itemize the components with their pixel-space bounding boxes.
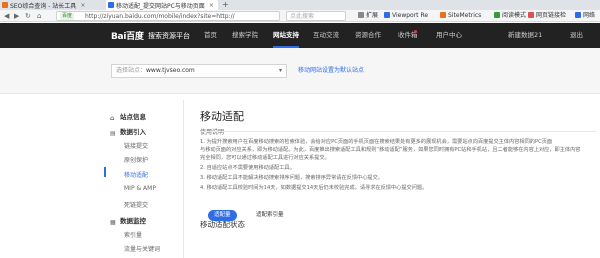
sidebar-group-site-info[interactable]: ⌂ 站点信息 xyxy=(110,111,146,122)
forward-icon[interactable]: ▶ xyxy=(14,11,19,21)
baidu-favicon-icon xyxy=(108,2,114,8)
close-tab-icon[interactable]: × xyxy=(209,2,214,9)
search-engine-badge: 百度 xyxy=(60,13,75,20)
baidu-logo[interactable]: Bai百度 xyxy=(111,29,144,42)
network-icon xyxy=(575,12,581,18)
nav-cooperation[interactable]: 资源合作 xyxy=(355,23,381,48)
nav-academy[interactable]: 搜索学院 xyxy=(232,23,258,48)
url-input[interactable]: 百度 http://ziyuan.baidu.com/mobile/index?… xyxy=(56,11,280,21)
sidebar-item-mip-amp[interactable]: MIP & AMP xyxy=(124,185,156,192)
sidebar-item-dead-link[interactable]: 死链提交 xyxy=(124,200,148,209)
refresh-icon[interactable]: ↻ xyxy=(25,11,31,21)
home-icon: ⌂ xyxy=(110,115,115,122)
set-default-site-link[interactable]: 移动网站设置为默认站点 xyxy=(298,64,364,78)
sidebar-divider xyxy=(183,100,184,258)
nav-inbox[interactable]: 收件箱 xyxy=(398,23,418,48)
sidebar-item-traffic[interactable]: 流量与关键词 xyxy=(124,244,160,253)
bookmark-reader[interactable]: 阅读模式 xyxy=(494,10,526,22)
nav-community[interactable]: 互动交流 xyxy=(313,23,339,48)
instruction-line: 完全相同，您可以通过移动适配工具进行对应关系提交。 xyxy=(200,155,330,161)
new-tab-button[interactable]: + xyxy=(222,0,229,10)
reader-icon xyxy=(494,12,500,18)
bookmark-sitemetrics[interactable]: SiteMetrics xyxy=(440,10,481,22)
nav-site-support[interactable]: 网站支持 xyxy=(273,23,299,48)
site-header: Bai百度 搜索资源平台 首页 搜索学院 网站支持 互动交流 资源合作 收件箱 … xyxy=(0,23,600,48)
address-bar: ◀ ▶ ↻ ⌂ 百度 http://ziyuan.baidu.com/mobil… xyxy=(0,10,600,22)
instruction-line: 1. 为提升搜索用户在百度移动搜索的检索体验，会给对应PC页面的手机页面在搜索结… xyxy=(200,139,553,145)
logout-link[interactable]: 退出 xyxy=(570,23,583,48)
browser-search-input[interactable]: 点此搜索 xyxy=(286,11,346,21)
user-name[interactable]: 新建数据21 xyxy=(508,23,542,48)
home-icon[interactable]: ⌂ xyxy=(37,11,41,21)
browser-tab-mobile-adapt[interactable]: 移动适配_提交网站PC与移动页面 × xyxy=(106,0,218,10)
bookmark-link-check[interactable]: 网页链接检 xyxy=(528,10,566,22)
browser-tab-seo[interactable]: SEO综合查询 - 站长工具 × xyxy=(0,0,104,10)
site-selector[interactable]: 选择站点： www.tjvseo.com ▾ xyxy=(111,64,287,78)
instruction-line: 3. 移动适配工具不能解决移动搜索排序问题，搜索排序异常请在反馈中心提交。 xyxy=(200,175,383,181)
page-title: 移动适配 xyxy=(200,110,244,123)
monitor-icon: ▦ xyxy=(110,219,116,226)
chevron-down-icon: ▾ xyxy=(278,67,282,74)
close-tab-icon[interactable]: × xyxy=(80,2,85,9)
sidebar-group-data-import[interactable]: ▤ 数据引入 xyxy=(110,126,146,137)
sidebar-item-original[interactable]: 原创保护 xyxy=(124,155,148,164)
instruction-line: 4. 移动适配工具校验时间为14天，如数据提交14天后仍未校验完成，请寻求在反馈… xyxy=(200,185,428,191)
bookmark-extensions[interactable]: 扩展 xyxy=(358,10,378,22)
puzzle-icon xyxy=(358,12,364,18)
viewport-icon xyxy=(384,12,390,18)
instruction-line: 与移动页面的对应关系，即为移动适配。为此，百度推出搜索适配工具和规则“移动适配”… xyxy=(200,147,581,153)
sidebar-item-mobile-adapt[interactable]: 移动适配 xyxy=(124,170,148,179)
url-text: http://ziyuan.baidu.com/mobile/index?sit… xyxy=(85,13,235,20)
browser-tab-bar: SEO综合查询 - 站长工具 × 移动适配_提交网站PC与移动页面 × + xyxy=(0,0,600,10)
bookmark-viewport[interactable]: Viewport Re xyxy=(384,10,428,22)
sidebar-item-index[interactable]: 索引量 xyxy=(124,230,142,239)
sidebar-item-link-submit[interactable]: 链接提交 xyxy=(124,141,148,150)
instruction-line: 2. 自适应站点不需要使用移动适配工具。 xyxy=(200,165,295,171)
import-icon: ▤ xyxy=(110,130,116,137)
site-select-bar: 选择站点： www.tjvseo.com ▾ 移动网站设置为默认站点 xyxy=(0,48,600,94)
nav-user-center[interactable]: 用户中心 xyxy=(436,23,462,48)
bookmark-network[interactable]: 网络 xyxy=(575,10,595,22)
site-selector-value: www.tjvseo.com xyxy=(146,67,195,74)
tab-adapt-index[interactable]: 适配索引量 xyxy=(256,210,284,221)
nav-home[interactable]: 首页 xyxy=(204,23,217,48)
tab-adapt-count[interactable]: 适配量 xyxy=(208,210,237,221)
tab-title: 移动适配_提交网站PC与移动页面 xyxy=(116,2,205,10)
sidebar-active-indicator xyxy=(104,167,106,177)
site-selector-label: 选择站点： xyxy=(116,67,147,74)
status-divider xyxy=(200,131,596,132)
tab-title: SEO综合查询 - 站长工具 xyxy=(10,2,77,10)
metrics-icon xyxy=(440,12,446,18)
notification-dot xyxy=(414,30,417,33)
sidebar-group-monitoring[interactable]: ▦ 数据监控 xyxy=(110,215,146,226)
site-favicon-icon xyxy=(2,2,8,8)
link-check-icon xyxy=(528,12,534,18)
back-icon[interactable]: ◀ xyxy=(4,11,9,21)
platform-name[interactable]: 搜索资源平台 xyxy=(148,31,190,41)
